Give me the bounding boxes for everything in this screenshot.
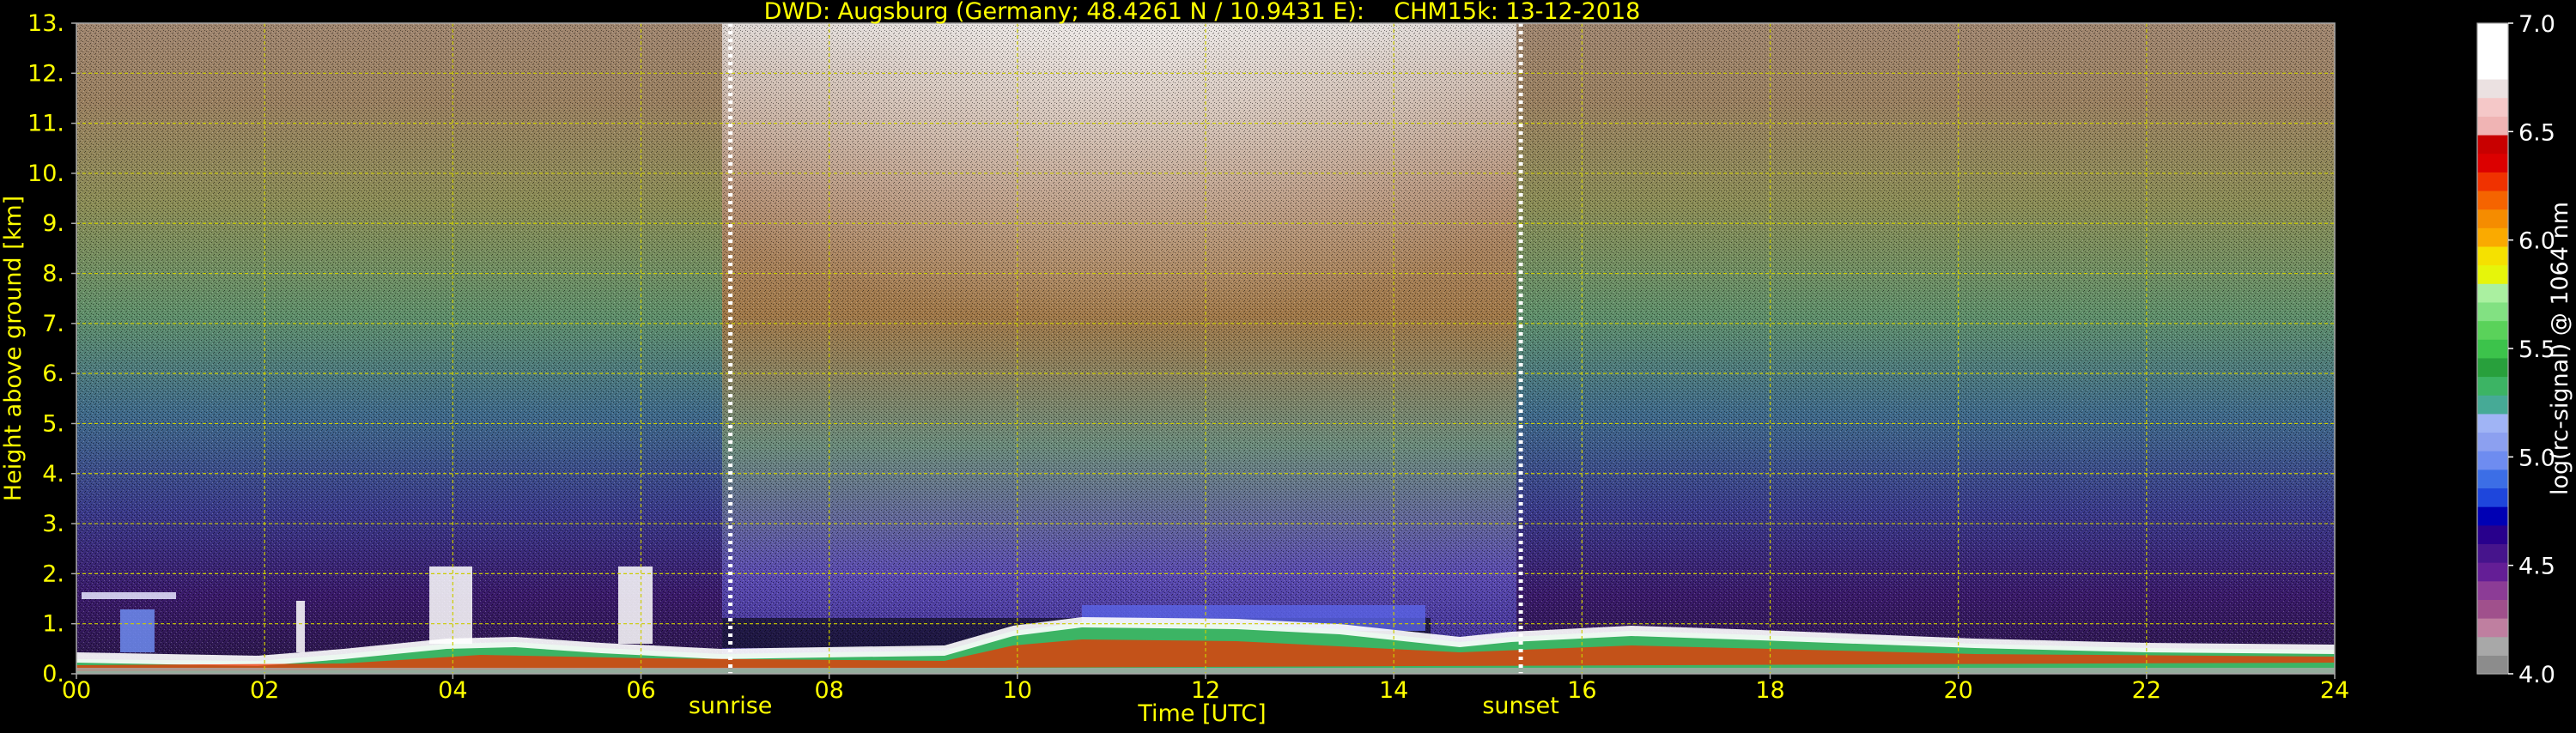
x-tick-label: 06: [626, 677, 655, 704]
y-tick-label: 13.: [27, 10, 64, 37]
colorbar-swatch: [2477, 264, 2508, 284]
colorbar-swatch: [2477, 636, 2508, 656]
marker-label-sunset: sunset: [1482, 693, 1559, 719]
colorbar-swatch: [2477, 376, 2508, 396]
y-tick-label: 4.: [42, 461, 64, 488]
x-axis-label: Time [UTC]: [1137, 700, 1266, 727]
colorbar-label: log(rc-signal) @ 1064 nm: [2547, 202, 2573, 495]
x-tick-label: 00: [62, 677, 91, 704]
y-tick-label: 5.: [42, 410, 64, 437]
y-tick-label: 9.: [42, 210, 64, 237]
colorbar-swatch: [2477, 488, 2508, 507]
colorbar-swatch: [2477, 506, 2508, 526]
colorbar-swatch: [2477, 23, 2508, 43]
colorbar-swatch: [2477, 209, 2508, 228]
x-tick-label: 02: [250, 677, 279, 704]
y-axis-label: Height above ground [km]: [0, 196, 27, 501]
y-tick-label: 10.: [27, 161, 64, 187]
colorbar-tick-label: 4.5: [2518, 554, 2555, 580]
x-tick-label: 04: [438, 677, 467, 704]
colorbar-swatch: [2477, 41, 2508, 61]
y-tick-label: 0.: [42, 661, 64, 688]
colorbar-swatch: [2477, 172, 2508, 191]
colorbar-swatch: [2477, 655, 2508, 675]
colorbar-swatch: [2477, 562, 2508, 582]
x-tick-label: 20: [1943, 677, 1972, 704]
colorbar-swatch: [2477, 413, 2508, 433]
colorbar-tick-label: 7.0: [2518, 11, 2555, 38]
colorbar-swatch: [2477, 116, 2508, 136]
colorbar-swatch: [2477, 618, 2508, 638]
x-tick-label: 24: [2320, 677, 2349, 704]
marker-label-sunrise: sunrise: [689, 693, 773, 719]
x-tick-label: 18: [1755, 677, 1784, 704]
colorbar-swatch: [2477, 245, 2508, 266]
colorbar-tick-label: 4.0: [2518, 662, 2555, 688]
colorbar-swatch: [2477, 320, 2508, 340]
y-tick-label: 11.: [27, 111, 64, 137]
y-tick-label: 6.: [42, 360, 64, 387]
chart-title: DWD: Augsburg (Germany; 48.4261 N / 10.9…: [764, 0, 1641, 25]
chart-stage: sunrise sunset 00 02 04 06 08 10 12 14 16 18 20 22 24…: [0, 0, 2576, 730]
colorbar-swatch: [2477, 543, 2508, 563]
x-tick-label: 14: [1379, 677, 1408, 704]
y-axis-ticks: 0. 1. 2. 3. 4. 5. 6. 7. 8. 9. 10. 11. 12. 13.: [27, 10, 76, 688]
colorbar-swatch: [2477, 227, 2508, 247]
colorbar-swatch: [2477, 357, 2508, 378]
x-tick-label: 22: [2132, 677, 2161, 704]
colorbar-swatch: [2477, 395, 2508, 415]
colorbar-swatch: [2477, 78, 2508, 99]
y-tick-label: 2.: [42, 560, 64, 587]
colorbar-swatch: [2477, 432, 2508, 451]
y-tick-label: 8.: [42, 261, 64, 288]
colorbar-swatch: [2477, 283, 2508, 303]
ceilometer-chart: sunrise sunset 00 02 04 06 08 10 12 14 16 18 20 22 24…: [0, 0, 2573, 727]
colorbar-swatch: [2477, 469, 2508, 489]
colorbar-swatch: [2477, 153, 2508, 173]
x-tick-label: 08: [814, 677, 843, 704]
colorbar-swatch: [2477, 339, 2508, 359]
colorbar-swatch: [2477, 524, 2508, 544]
colorbar-swatch: [2477, 60, 2508, 80]
colorbar-swatch: [2477, 580, 2508, 600]
colorbar-swatch: [2477, 599, 2508, 619]
colorbar-swatch: [2477, 190, 2508, 210]
y-tick-label: 1.: [42, 611, 64, 638]
x-tick-label: 16: [1567, 677, 1596, 704]
x-tick-label: 10: [1003, 677, 1032, 704]
y-tick-label: 3.: [42, 511, 64, 537]
x-axis-ticks: 00 02 04 06 08 10 12 14 16 18 20 22 24: [62, 674, 2349, 704]
colorbar-tick-label: 6.5: [2518, 119, 2555, 146]
colorbar-swatch: [2477, 134, 2508, 154]
colorbar-swatch: [2477, 301, 2508, 322]
colorbar: [2476, 22, 2509, 675]
y-tick-label: 12.: [27, 60, 64, 87]
y-tick-label: 7.: [42, 311, 64, 337]
colorbar-swatch: [2477, 97, 2508, 117]
colorbar-swatch: [2477, 451, 2508, 470]
